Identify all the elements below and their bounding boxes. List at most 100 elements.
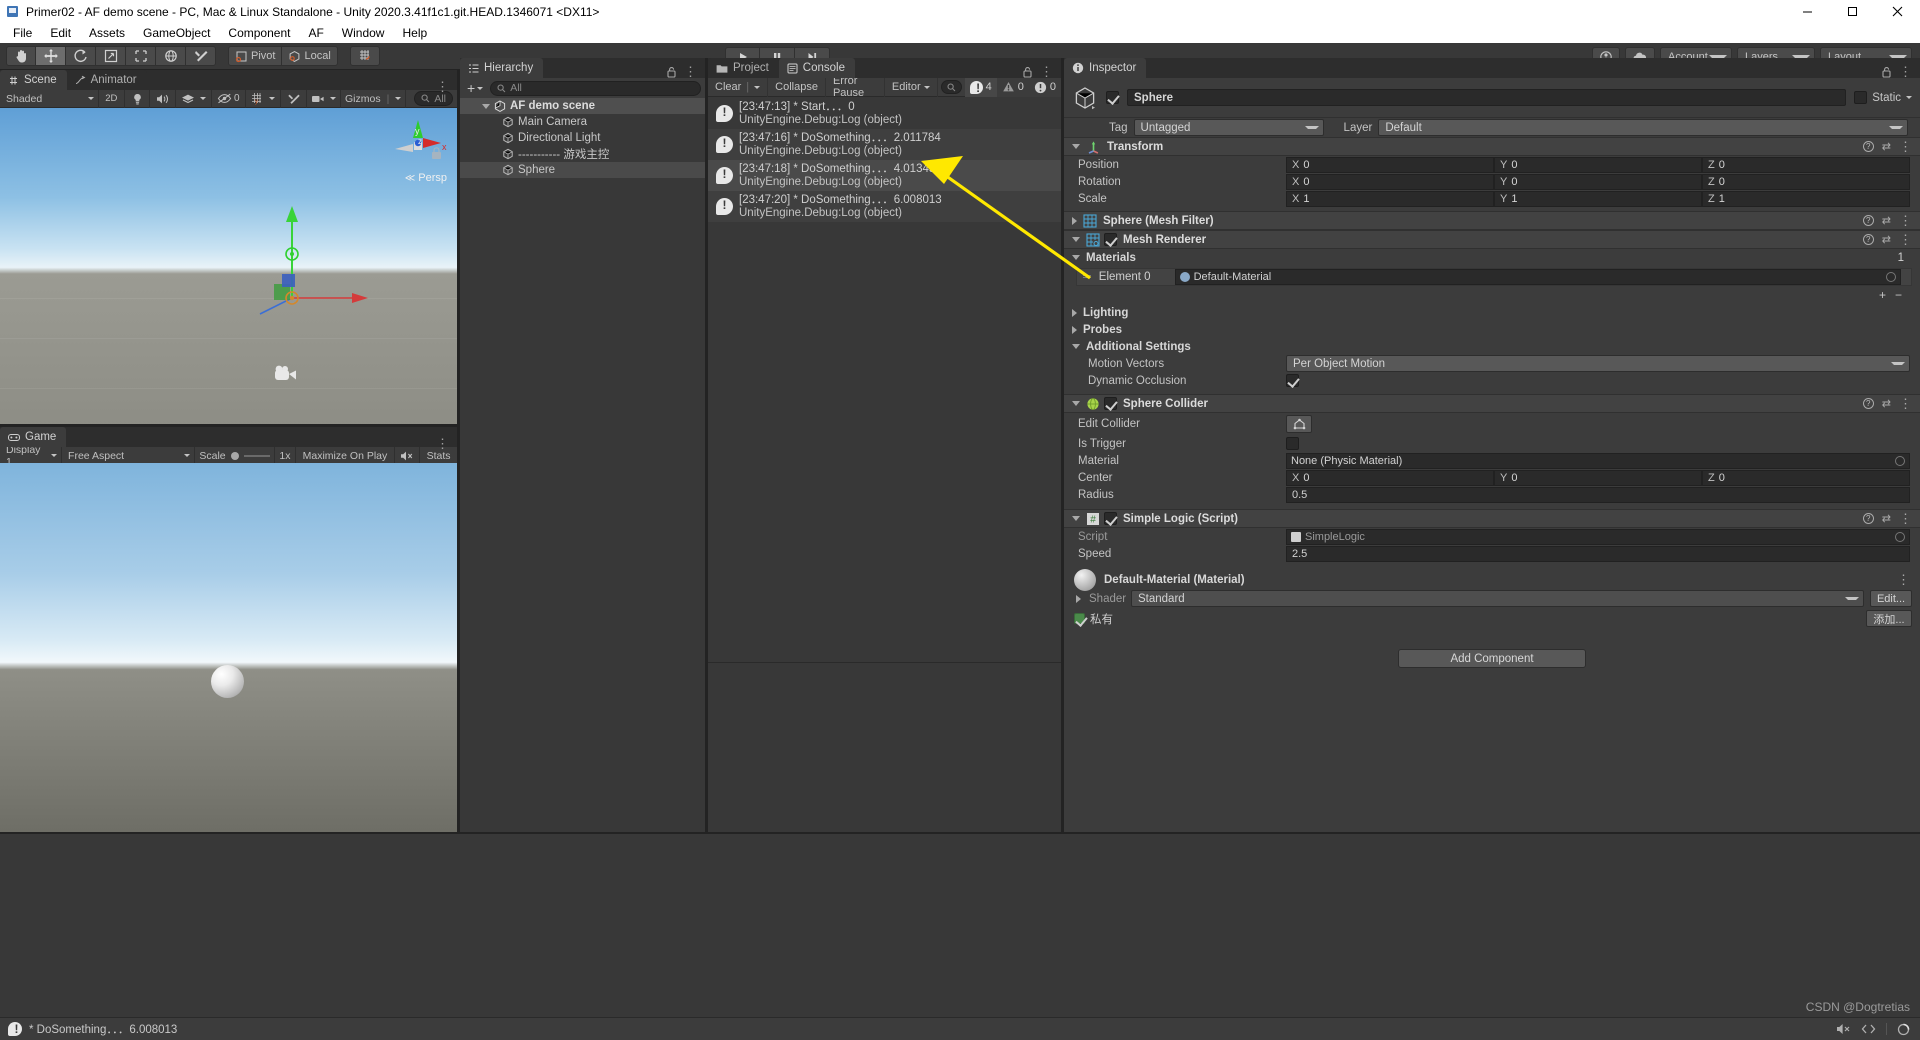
- minimize-icon[interactable]: [1785, 0, 1830, 23]
- lock-icon[interactable]: [430, 146, 443, 161]
- drag-handle-icon[interactable]: ═: [1083, 272, 1091, 283]
- hierarchy-item-scene[interactable]: AF demo scene: [460, 98, 705, 114]
- materials-count[interactable]: 1: [1898, 252, 1920, 264]
- chevron-down-icon[interactable]: [1906, 96, 1912, 99]
- object-enabled-checkbox[interactable]: [1106, 91, 1119, 104]
- tab-game[interactable]: Game: [0, 427, 67, 447]
- menu-af[interactable]: AF: [299, 24, 332, 42]
- log-count-warning[interactable]: 0: [996, 77, 1029, 97]
- lock-icon[interactable]: [1881, 66, 1892, 78]
- hierarchy-item-main-camera[interactable]: Main Camera: [460, 114, 705, 130]
- lightbulb-icon[interactable]: [125, 89, 151, 108]
- display-dropdown[interactable]: Display 1: [0, 444, 63, 468]
- simple-logic-enabled-checkbox[interactable]: [1104, 512, 1117, 525]
- hierarchy-item-game-controller[interactable]: ----------- 游戏主控: [460, 146, 705, 162]
- splitter-vertical-right[interactable]: [1061, 58, 1064, 832]
- kebab-menu-icon[interactable]: ⋮: [1040, 65, 1053, 78]
- edit-shader-button[interactable]: Edit...: [1870, 590, 1912, 607]
- hierarchy-search-input[interactable]: All: [490, 80, 701, 96]
- preset-icon[interactable]: ⇄: [1882, 512, 1891, 525]
- splitter-vertical-left[interactable]: [457, 70, 460, 832]
- local-button[interactable]: Local: [282, 46, 338, 66]
- console-search-input[interactable]: [940, 80, 962, 94]
- help-icon[interactable]: ?: [1862, 398, 1874, 409]
- position-x-field[interactable]: X0: [1286, 156, 1494, 173]
- static-checkbox[interactable]: [1854, 91, 1868, 104]
- gameobject-cube-icon[interactable]: [1072, 85, 1098, 111]
- chevron-down-icon[interactable]: [1072, 516, 1080, 521]
- material-preview-header[interactable]: Default-Material (Material) ⋮: [1064, 569, 1920, 591]
- kebab-menu-icon[interactable]: ⋮: [1897, 573, 1920, 586]
- menu-gameobject[interactable]: GameObject: [134, 24, 219, 42]
- center-y-field[interactable]: Y0: [1494, 469, 1702, 486]
- radius-field[interactable]: 0.5: [1286, 486, 1910, 503]
- mesh-renderer-enabled-checkbox[interactable]: [1104, 233, 1117, 246]
- lock-icon[interactable]: [1022, 66, 1033, 78]
- chevron-down-icon[interactable]: [1072, 237, 1080, 242]
- kebab-menu-icon[interactable]: ⋮: [1899, 140, 1912, 153]
- mute-audio-icon[interactable]: [395, 446, 421, 465]
- menu-file[interactable]: File: [4, 24, 41, 42]
- speed-field[interactable]: 2.5: [1286, 545, 1910, 562]
- tab-console[interactable]: Console: [778, 58, 855, 78]
- dynamic-occlusion-checkbox[interactable]: [1286, 374, 1299, 387]
- hierarchy-item-sphere[interactable]: Sphere: [460, 162, 705, 178]
- error-pause-button[interactable]: Error Pause: [826, 75, 885, 99]
- tab-hierarchy[interactable]: Hierarchy: [460, 58, 544, 78]
- grid-visibility-dropdown[interactable]: y: [246, 89, 282, 108]
- log-entry[interactable]: [23:47:18] * DoSomething．．．4.01345 Unity…: [708, 160, 1061, 191]
- chevron-down-icon[interactable]: [1072, 144, 1080, 149]
- rotation-z-field[interactable]: Z0: [1702, 173, 1910, 190]
- scene-move-gizmo[interactable]: [240, 188, 370, 318]
- position-z-field[interactable]: Z0: [1702, 156, 1910, 173]
- preset-icon[interactable]: ⇄: [1882, 214, 1891, 227]
- menu-component[interactable]: Component: [219, 24, 299, 42]
- remove-material-button[interactable]: −: [1895, 288, 1902, 302]
- physic-material-field[interactable]: None (Physic Material): [1286, 452, 1910, 469]
- shading-mode-dropdown[interactable]: Shaded: [0, 89, 99, 108]
- gizmos-dropdown[interactable]: Gizmos |: [341, 89, 407, 108]
- game-viewport[interactable]: [0, 463, 457, 832]
- kebab-menu-icon[interactable]: ⋮: [436, 437, 449, 450]
- kebab-menu-icon[interactable]: ⋮: [1899, 65, 1912, 78]
- collapse-button[interactable]: Collapse: [768, 77, 826, 97]
- preset-icon[interactable]: ⇄: [1882, 140, 1891, 153]
- mode-2d-toggle[interactable]: 2D: [99, 89, 125, 108]
- component-header-sphere-collider[interactable]: Sphere Collider ? ⇄ ⋮: [1064, 394, 1920, 413]
- kebab-menu-icon[interactable]: ⋮: [684, 65, 697, 78]
- scale-slider[interactable]: Scale: [195, 446, 275, 465]
- lighting-foldout[interactable]: Lighting: [1064, 304, 1920, 321]
- rotation-x-field[interactable]: X0: [1286, 173, 1494, 190]
- move-tool-icon[interactable]: [36, 46, 66, 66]
- clear-button[interactable]: Clear |: [708, 77, 769, 97]
- probes-foldout[interactable]: Probes: [1064, 321, 1920, 338]
- help-icon[interactable]: ?: [1862, 215, 1874, 226]
- scale-tool-icon[interactable]: [96, 46, 126, 66]
- rotate-tool-icon[interactable]: [66, 46, 96, 66]
- object-name-field[interactable]: Sphere: [1127, 89, 1847, 106]
- code-optimization-icon[interactable]: [1861, 1022, 1876, 1036]
- splitter-vertical-mid[interactable]: [705, 58, 708, 832]
- maximize-icon[interactable]: [1830, 0, 1875, 23]
- help-icon[interactable]: ?: [1862, 513, 1874, 524]
- transform-tool-icon[interactable]: [156, 46, 186, 66]
- mute-audio-icon[interactable]: [1836, 1022, 1851, 1036]
- aspect-dropdown[interactable]: Free Aspect: [62, 446, 196, 465]
- center-x-field[interactable]: X0: [1286, 469, 1494, 486]
- pivot-button[interactable]: Pivot: [228, 46, 283, 66]
- component-header-mesh-filter[interactable]: Sphere (Mesh Filter) ? ⇄ ⋮: [1064, 211, 1920, 230]
- add-component-button[interactable]: Add Component: [1398, 649, 1586, 668]
- kebab-menu-icon[interactable]: ⋮: [1899, 397, 1912, 410]
- kebab-menu-icon[interactable]: ⋮: [1899, 233, 1912, 246]
- hand-tool-icon[interactable]: [6, 46, 36, 66]
- position-y-field[interactable]: Y0: [1494, 156, 1702, 173]
- menu-help[interactable]: Help: [393, 24, 436, 42]
- scene-viewport[interactable]: y x z ≪ Persp: [0, 108, 457, 427]
- preset-icon[interactable]: ⇄: [1882, 397, 1891, 410]
- is-trigger-checkbox[interactable]: [1286, 437, 1299, 450]
- menu-edit[interactable]: Edit: [41, 24, 80, 42]
- log-entry[interactable]: [23:47:16] * DoSomething．．．2.011784 Unit…: [708, 129, 1061, 160]
- log-count-error[interactable]: 0: [1028, 77, 1061, 97]
- scale-y-field[interactable]: Y1: [1494, 190, 1702, 207]
- kebab-menu-icon[interactable]: ⋮: [1899, 512, 1912, 525]
